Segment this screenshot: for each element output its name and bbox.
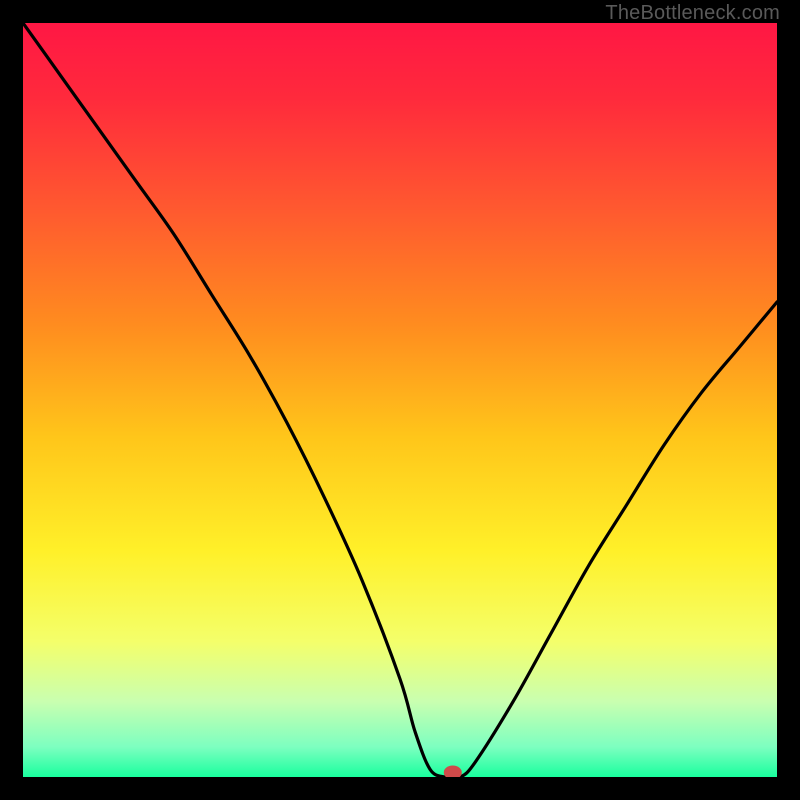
- bottleneck-chart: [23, 23, 777, 777]
- gradient-background: [23, 23, 777, 777]
- chart-stage: TheBottleneck.com: [0, 0, 800, 800]
- plot-area: [23, 23, 777, 777]
- watermark-text: TheBottleneck.com: [605, 2, 780, 25]
